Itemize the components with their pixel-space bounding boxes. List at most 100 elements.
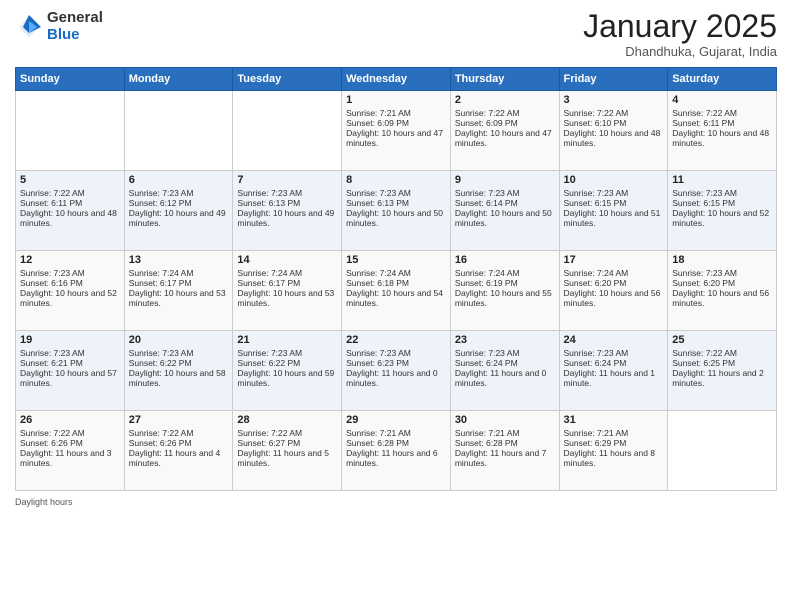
calendar-cell: 20Sunrise: 7:23 AMSunset: 6:22 PMDayligh… xyxy=(124,331,233,411)
calendar-cell: 25Sunrise: 7:22 AMSunset: 6:25 PMDayligh… xyxy=(668,331,777,411)
calendar-cell: 6Sunrise: 7:23 AMSunset: 6:12 PMDaylight… xyxy=(124,171,233,251)
sunset-text: Sunset: 6:12 PM xyxy=(129,198,229,208)
sunrise-text: Sunrise: 7:21 AM xyxy=(564,428,664,438)
sunrise-text: Sunrise: 7:22 AM xyxy=(20,188,120,198)
logo-blue: Blue xyxy=(47,27,103,44)
daylight-text: Daylight: 11 hours and 2 minutes. xyxy=(672,368,772,388)
sunset-text: Sunset: 6:20 PM xyxy=(672,278,772,288)
sunrise-text: Sunrise: 7:23 AM xyxy=(346,188,446,198)
weekday-header-thursday: Thursday xyxy=(450,68,559,91)
sunset-text: Sunset: 6:20 PM xyxy=(564,278,664,288)
daylight-text: Daylight: 10 hours and 49 minutes. xyxy=(129,208,229,228)
calendar-cell: 31Sunrise: 7:21 AMSunset: 6:29 PMDayligh… xyxy=(559,411,668,491)
weekday-header-saturday: Saturday xyxy=(668,68,777,91)
sunset-text: Sunset: 6:24 PM xyxy=(455,358,555,368)
header: General Blue January 2025 Dhandhuka, Guj… xyxy=(15,10,777,59)
calendar-cell: 10Sunrise: 7:23 AMSunset: 6:15 PMDayligh… xyxy=(559,171,668,251)
sunrise-text: Sunrise: 7:22 AM xyxy=(129,428,229,438)
calendar-cell: 28Sunrise: 7:22 AMSunset: 6:27 PMDayligh… xyxy=(233,411,342,491)
daylight-text: Daylight: 10 hours and 47 minutes. xyxy=(455,128,555,148)
daylight-text: Daylight: 10 hours and 48 minutes. xyxy=(564,128,664,148)
daylight-text: Daylight: 10 hours and 54 minutes. xyxy=(346,288,446,308)
weekday-header-monday: Monday xyxy=(124,68,233,91)
daylight-text: Daylight: 10 hours and 47 minutes. xyxy=(346,128,446,148)
sunrise-text: Sunrise: 7:23 AM xyxy=(346,348,446,358)
daylight-text: Daylight: 10 hours and 53 minutes. xyxy=(237,288,337,308)
calendar-cell xyxy=(233,91,342,171)
day-number: 25 xyxy=(672,334,772,346)
sunrise-text: Sunrise: 7:23 AM xyxy=(237,348,337,358)
footer: Daylight hours xyxy=(15,497,777,507)
calendar-cell: 5Sunrise: 7:22 AMSunset: 6:11 PMDaylight… xyxy=(16,171,125,251)
sunset-text: Sunset: 6:17 PM xyxy=(237,278,337,288)
sunrise-text: Sunrise: 7:22 AM xyxy=(672,348,772,358)
day-number: 9 xyxy=(455,174,555,186)
sunrise-text: Sunrise: 7:24 AM xyxy=(129,268,229,278)
daylight-text: Daylight: 11 hours and 0 minutes. xyxy=(455,368,555,388)
weekday-header-sunday: Sunday xyxy=(16,68,125,91)
sunrise-text: Sunrise: 7:22 AM xyxy=(564,108,664,118)
sunset-text: Sunset: 6:14 PM xyxy=(455,198,555,208)
daylight-text: Daylight: 11 hours and 0 minutes. xyxy=(346,368,446,388)
daylight-text: Daylight: 11 hours and 8 minutes. xyxy=(564,448,664,468)
sunset-text: Sunset: 6:26 PM xyxy=(20,438,120,448)
calendar-cell: 2Sunrise: 7:22 AMSunset: 6:09 PMDaylight… xyxy=(450,91,559,171)
sunrise-text: Sunrise: 7:21 AM xyxy=(455,428,555,438)
day-number: 3 xyxy=(564,94,664,106)
daylight-text: Daylight: 10 hours and 52 minutes. xyxy=(672,208,772,228)
calendar-cell: 27Sunrise: 7:22 AMSunset: 6:26 PMDayligh… xyxy=(124,411,233,491)
day-number: 5 xyxy=(20,174,120,186)
sunset-text: Sunset: 6:11 PM xyxy=(20,198,120,208)
day-number: 22 xyxy=(346,334,446,346)
week-row-3: 12Sunrise: 7:23 AMSunset: 6:16 PMDayligh… xyxy=(16,251,777,331)
daylight-text: Daylight: 11 hours and 6 minutes. xyxy=(346,448,446,468)
sunrise-text: Sunrise: 7:23 AM xyxy=(455,348,555,358)
location: Dhandhuka, Gujarat, India xyxy=(583,44,777,59)
sunrise-text: Sunrise: 7:23 AM xyxy=(672,188,772,198)
sunrise-text: Sunrise: 7:21 AM xyxy=(346,428,446,438)
sunset-text: Sunset: 6:11 PM xyxy=(672,118,772,128)
sunset-text: Sunset: 6:22 PM xyxy=(129,358,229,368)
sunset-text: Sunset: 6:10 PM xyxy=(564,118,664,128)
daylight-text: Daylight: 10 hours and 57 minutes. xyxy=(20,368,120,388)
sunset-text: Sunset: 6:28 PM xyxy=(455,438,555,448)
calendar-cell: 8Sunrise: 7:23 AMSunset: 6:13 PMDaylight… xyxy=(342,171,451,251)
day-number: 2 xyxy=(455,94,555,106)
weekday-header-friday: Friday xyxy=(559,68,668,91)
sunrise-text: Sunrise: 7:23 AM xyxy=(455,188,555,198)
week-row-2: 5 Sunrise: 7:22 AMSunset: 6:11 PM Daylight… xyxy=(16,171,777,251)
day-number: 17 xyxy=(564,254,664,266)
week-row-1: 1Sunrise: 7:21 AMSunset: 6:09 PMDaylight… xyxy=(16,91,777,171)
calendar-cell xyxy=(124,91,233,171)
calendar-cell: 14Sunrise: 7:24 AMSunset: 6:17 PMDayligh… xyxy=(233,251,342,331)
weekday-header-row: SundayMondayTuesdayWednesdayThursdayFrid… xyxy=(16,68,777,91)
calendar-cell: 13Sunrise: 7:24 AMSunset: 6:17 PMDayligh… xyxy=(124,251,233,331)
sunset-text: Sunset: 6:22 PM xyxy=(237,358,337,368)
calendar-cell: 18Sunrise: 7:23 AMSunset: 6:20 PMDayligh… xyxy=(668,251,777,331)
sunset-text: Sunset: 6:21 PM xyxy=(20,358,120,368)
day-number: 13 xyxy=(129,254,229,266)
sunset-text: Sunset: 6:18 PM xyxy=(346,278,446,288)
day-number: 15 xyxy=(346,254,446,266)
sunrise-text: Sunrise: 7:22 AM xyxy=(455,108,555,118)
daylight-text: Daylight: 11 hours and 1 minute. xyxy=(564,368,664,388)
sunrise-text: Sunrise: 7:23 AM xyxy=(20,348,120,358)
day-number: 31 xyxy=(564,414,664,426)
day-number: 8 xyxy=(346,174,446,186)
sunrise-text: Sunrise: 7:22 AM xyxy=(672,108,772,118)
sunset-text: Sunset: 6:13 PM xyxy=(346,198,446,208)
sunrise-text: Sunrise: 7:24 AM xyxy=(564,268,664,278)
day-number: 6 xyxy=(129,174,229,186)
calendar-cell: 7Sunrise: 7:23 AMSunset: 6:13 PMDaylight… xyxy=(233,171,342,251)
daylight-text: Daylight: 10 hours and 49 minutes. xyxy=(237,208,337,228)
day-number: 16 xyxy=(455,254,555,266)
sunset-text: Sunset: 6:16 PM xyxy=(20,278,120,288)
day-number: 29 xyxy=(346,414,446,426)
day-number: 28 xyxy=(237,414,337,426)
sunset-text: Sunset: 6:09 PM xyxy=(346,118,446,128)
daylight-text: Daylight: 11 hours and 4 minutes. xyxy=(129,448,229,468)
sunset-text: Sunset: 6:24 PM xyxy=(564,358,664,368)
calendar-cell: 3 Sunrise: 7:22 AMSunset: 6:10 PMDaylight… xyxy=(559,91,668,171)
day-number: 27 xyxy=(129,414,229,426)
calendar-cell: 16Sunrise: 7:24 AMSunset: 6:19 PMDayligh… xyxy=(450,251,559,331)
